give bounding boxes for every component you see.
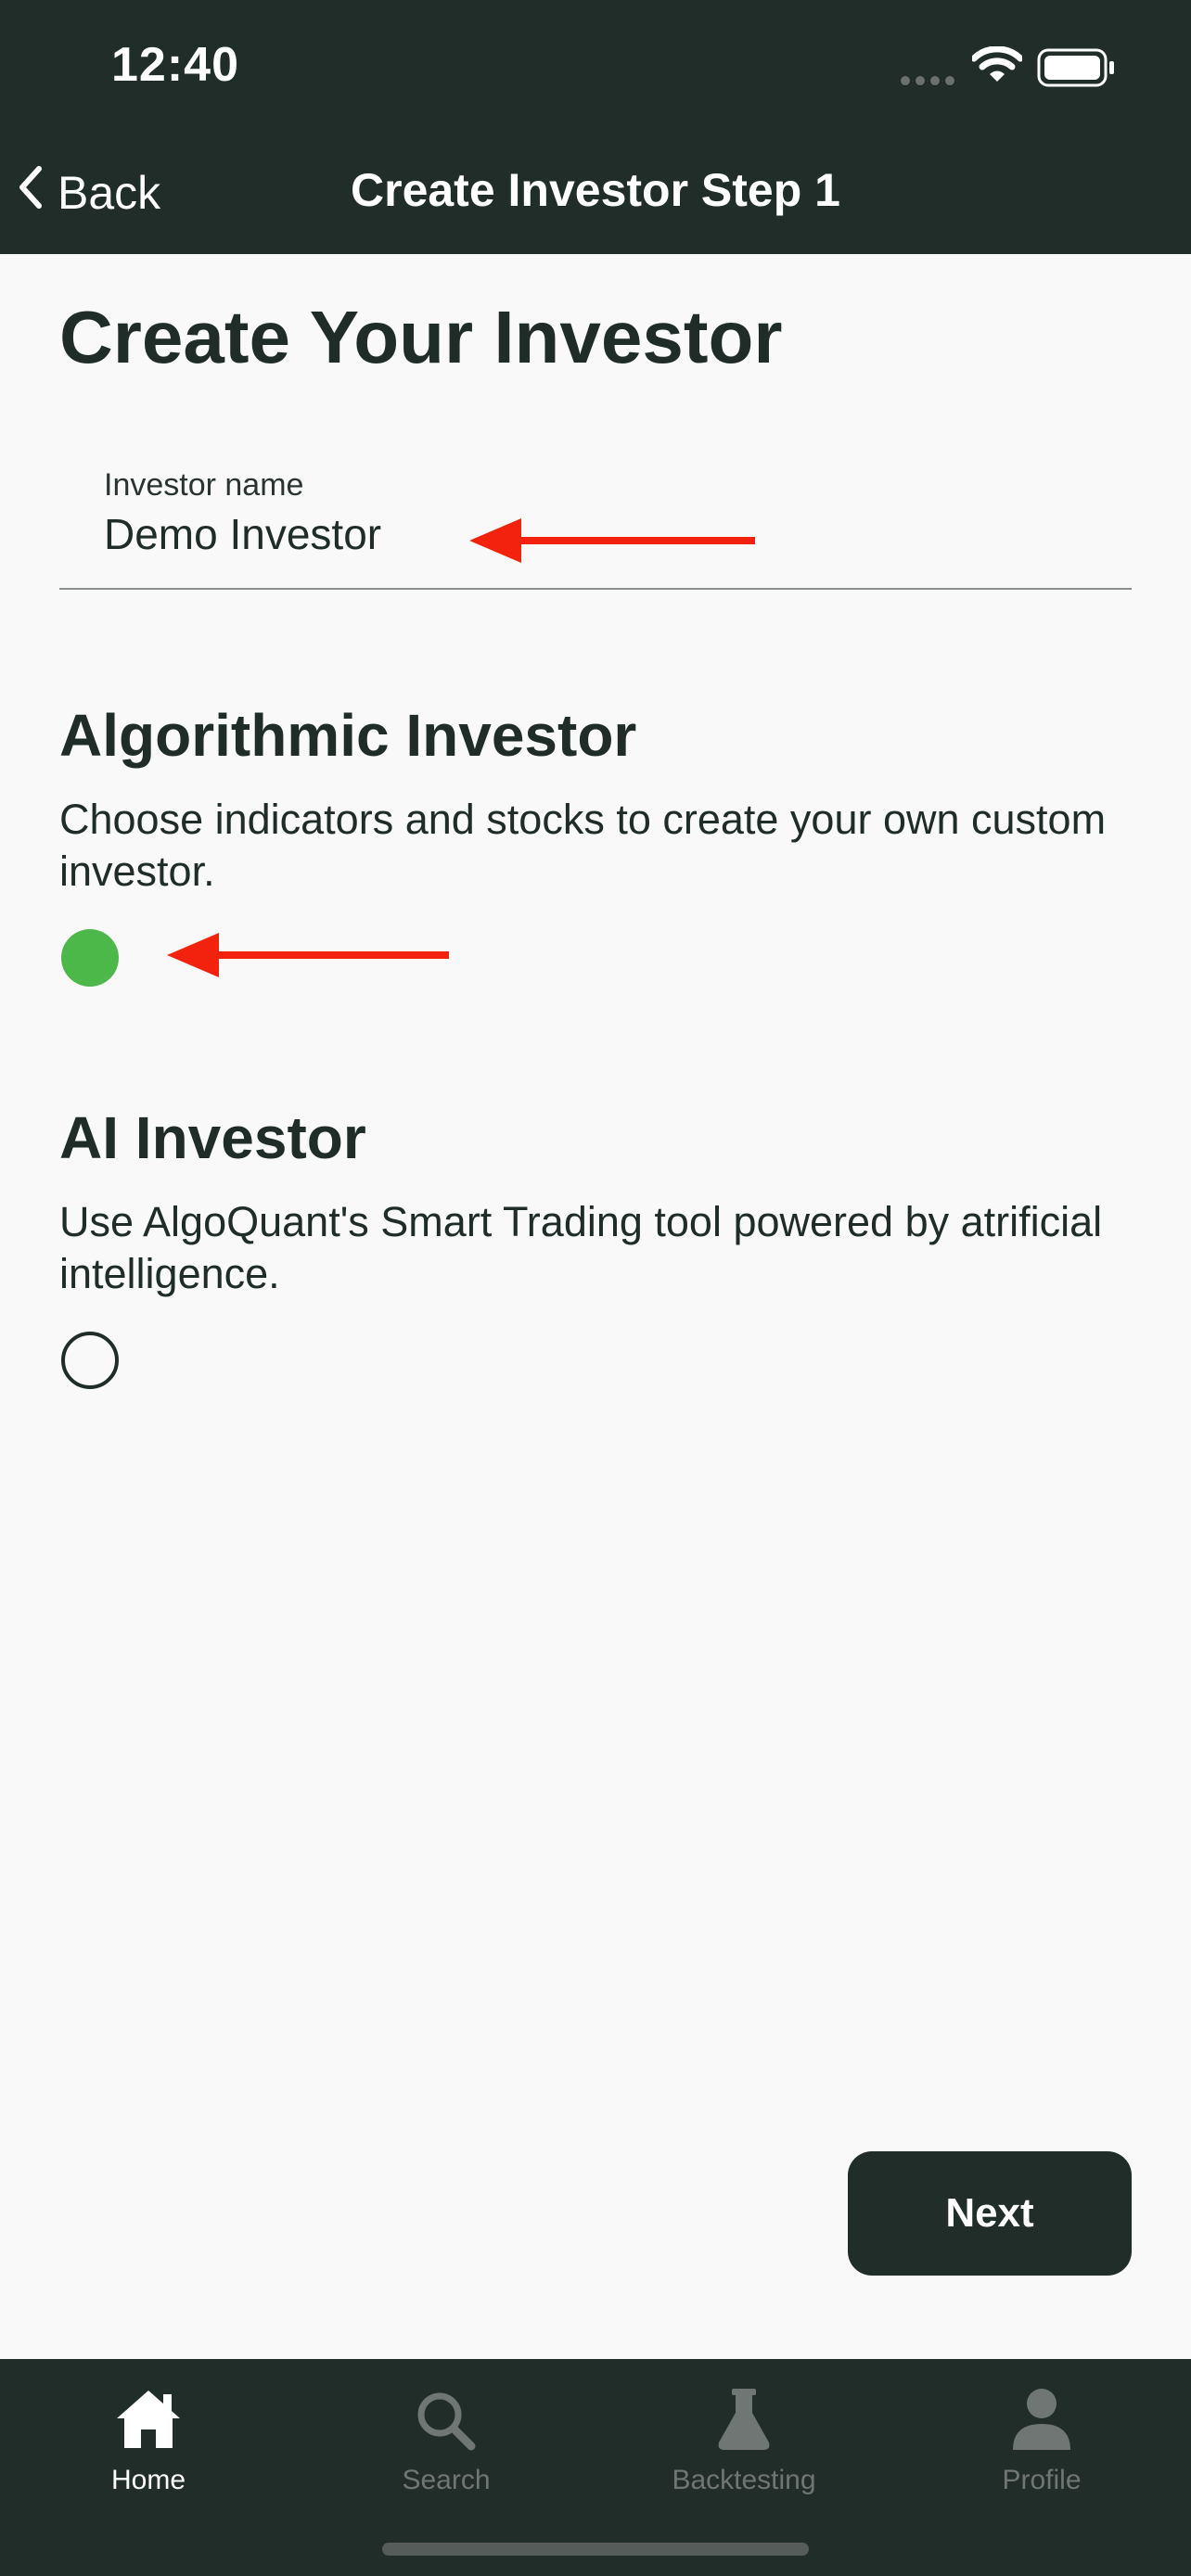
tab-backtesting[interactable]: Backtesting xyxy=(596,2376,892,2515)
annotation-arrow xyxy=(167,933,449,977)
navigation-bar: Back Create Investor Step 1 xyxy=(0,130,1191,254)
battery-icon xyxy=(1037,48,1117,92)
home-icon xyxy=(113,2376,184,2452)
tab-bar: Home Search Backtesting Profile xyxy=(0,2359,1191,2576)
page-title: Create Your Investor xyxy=(59,296,783,378)
algorithmic-investor-title: Algorithmic Investor xyxy=(59,702,637,769)
status-time: 12:40 xyxy=(111,38,239,92)
home-indicator xyxy=(382,2543,809,2556)
person-icon xyxy=(1011,2376,1072,2452)
signal-icon xyxy=(900,74,957,91)
ai-investor-title: AI Investor xyxy=(59,1104,366,1171)
search-icon xyxy=(416,2376,477,2452)
tab-backtesting-label: Backtesting xyxy=(672,2465,816,2495)
wifi-icon xyxy=(970,45,1024,88)
ai-investor-radio[interactable] xyxy=(61,1332,119,1389)
algorithmic-investor-radio[interactable] xyxy=(61,929,119,987)
ai-investor-description: Use AlgoQuant's Smart Trading tool power… xyxy=(59,1198,1103,1297)
tab-profile[interactable]: Profile xyxy=(893,2376,1190,2515)
investor-name-label: Investor name xyxy=(104,467,304,503)
flask-icon xyxy=(715,2376,773,2452)
algorithmic-investor-description: Choose indicators and stocks to create y… xyxy=(59,796,1107,895)
next-button[interactable]: Next xyxy=(848,2151,1132,2276)
tab-profile-label: Profile xyxy=(1002,2465,1082,2495)
nav-title: Create Investor Step 1 xyxy=(351,164,840,216)
tab-search-label: Search xyxy=(402,2465,491,2495)
tab-home-label: Home xyxy=(110,2465,186,2495)
annotation-arrow xyxy=(469,518,755,563)
tab-search[interactable]: Search xyxy=(298,2376,595,2515)
status-bar: 12:40 xyxy=(0,0,1191,130)
tab-home[interactable]: Home xyxy=(0,2376,297,2515)
